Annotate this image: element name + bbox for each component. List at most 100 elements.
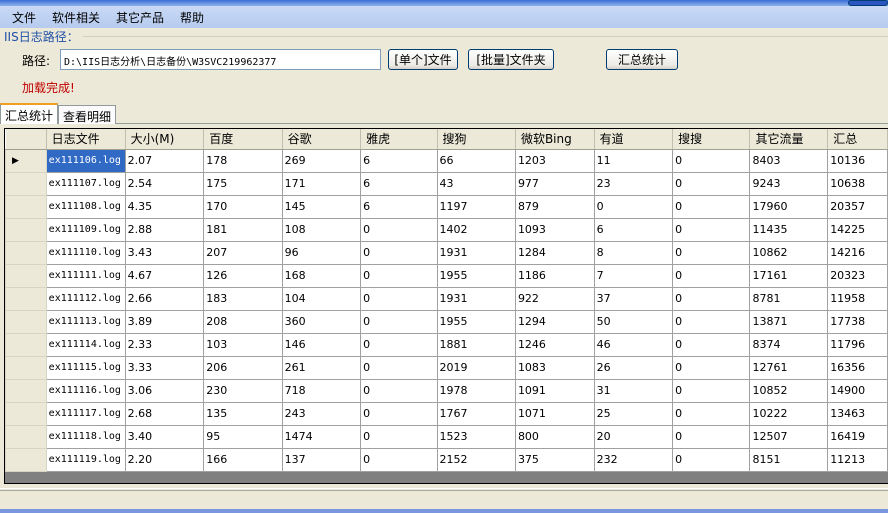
row-selector[interactable] xyxy=(5,378,47,403)
table-row[interactable]: ex111114.log 2.33 103 146 0 1881 1246 46 0 8374 11… xyxy=(5,332,888,357)
row-selector[interactable] xyxy=(5,194,47,219)
row-selector[interactable] xyxy=(5,286,47,311)
table-cell[interactable]: 178 xyxy=(203,148,283,173)
table-cell[interactable]: 6 xyxy=(593,217,674,242)
table-row[interactable]: ex111116.log 3.06 230 718 0 1978 1091 31 0 10852 1… xyxy=(5,378,888,403)
table-cell[interactable]: 0 xyxy=(360,217,438,242)
table-cell[interactable]: 26 xyxy=(593,355,674,380)
table-cell[interactable]: 20323 xyxy=(827,263,888,288)
table-cell[interactable]: 0 xyxy=(672,447,751,472)
table-row[interactable]: ex111111.log 4.67 126 168 0 1955 1186 7 0 17161 20… xyxy=(5,263,888,288)
log-file-cell[interactable]: ex111106.log xyxy=(45,148,126,173)
log-file-cell[interactable]: ex111113.log xyxy=(45,309,126,334)
log-file-cell[interactable]: ex111119.log xyxy=(45,447,126,472)
table-cell[interactable]: 46 xyxy=(593,332,674,357)
table-cell[interactable]: 922 xyxy=(514,286,595,311)
table-cell[interactable]: 17738 xyxy=(827,309,888,334)
column-header[interactable]: 雅虎 xyxy=(360,129,438,150)
row-selector[interactable] xyxy=(5,447,47,472)
table-cell[interactable]: 269 xyxy=(281,148,362,173)
table-cell[interactable]: 4.67 xyxy=(124,263,205,288)
table-cell[interactable]: 11 xyxy=(593,148,674,173)
column-header[interactable]: 搜狗 xyxy=(437,129,516,150)
table-cell[interactable]: 8374 xyxy=(749,332,829,357)
table-cell[interactable]: 11796 xyxy=(827,332,888,357)
table-cell[interactable]: 50 xyxy=(593,309,674,334)
table-cell[interactable]: 3.33 xyxy=(124,355,205,380)
log-file-cell[interactable]: ex111109.log xyxy=(45,217,126,242)
table-cell[interactable]: 0 xyxy=(672,240,751,265)
table-cell[interactable]: 23 xyxy=(593,171,674,196)
table-cell[interactable]: 261 xyxy=(281,355,362,380)
table-cell[interactable]: 1881 xyxy=(436,332,516,357)
table-cell[interactable]: 3.43 xyxy=(124,240,205,265)
table-cell[interactable]: 232 xyxy=(593,447,674,472)
table-cell[interactable]: 3.89 xyxy=(124,309,205,334)
table-cell[interactable]: 145 xyxy=(281,194,362,219)
table-cell[interactable]: 0 xyxy=(672,355,751,380)
row-selector[interactable] xyxy=(5,401,47,426)
table-cell[interactable]: 0 xyxy=(672,263,751,288)
table-cell[interactable]: 718 xyxy=(281,378,362,403)
table-cell[interactable]: 9243 xyxy=(749,171,829,196)
menu-file[interactable]: 文件 xyxy=(4,9,44,26)
table-cell[interactable]: 1955 xyxy=(436,263,516,288)
table-cell[interactable]: 8781 xyxy=(749,286,829,311)
log-file-cell[interactable]: ex111110.log xyxy=(45,240,126,265)
table-cell[interactable]: 375 xyxy=(514,447,595,472)
table-cell[interactable]: 879 xyxy=(514,194,595,219)
table-cell[interactable]: 0 xyxy=(360,447,438,472)
table-cell[interactable]: 181 xyxy=(203,217,283,242)
log-file-cell[interactable]: ex111117.log xyxy=(45,401,126,426)
data-grid[interactable]: 日志文件 大小(M) 百度 谷歌 雅虎 搜狗 微软Bing 有道 搜搜 其它流量 汇总 ▶ ex111… xyxy=(4,128,888,484)
table-cell[interactable]: 1093 xyxy=(514,217,595,242)
table-cell[interactable]: 1294 xyxy=(514,309,595,334)
row-selector[interactable] xyxy=(5,263,47,288)
table-cell[interactable]: 13463 xyxy=(827,401,888,426)
table-cell[interactable]: 0 xyxy=(360,424,438,449)
table-cell[interactable]: 1402 xyxy=(436,217,516,242)
table-cell[interactable]: 1203 xyxy=(514,148,595,173)
table-cell[interactable]: 11213 xyxy=(827,447,888,472)
table-cell[interactable]: 7 xyxy=(593,263,674,288)
column-header[interactable]: 其它流量 xyxy=(749,129,829,150)
row-selector[interactable] xyxy=(5,309,47,334)
log-file-cell[interactable]: ex111114.log xyxy=(45,332,126,357)
table-row[interactable]: ex111119.log 2.20 166 137 0 2152 375 232 0 8151 11… xyxy=(5,447,888,472)
table-cell[interactable]: 1474 xyxy=(281,424,362,449)
column-header[interactable]: 有道 xyxy=(594,129,674,150)
log-file-cell[interactable]: ex111108.log xyxy=(45,194,126,219)
table-row[interactable]: ex111108.log 4.35 170 145 6 1197 879 0 0 17960 203… xyxy=(5,194,888,219)
table-row[interactable]: ex111112.log 2.66 183 104 0 1931 922 37 0 8781 119… xyxy=(5,286,888,311)
table-cell[interactable]: 108 xyxy=(281,217,362,242)
table-cell[interactable]: 4.35 xyxy=(124,194,205,219)
column-header[interactable]: 汇总 xyxy=(827,129,888,150)
table-cell[interactable]: 1071 xyxy=(514,401,595,426)
table-cell[interactable]: 0 xyxy=(672,332,751,357)
menu-software[interactable]: 软件相关 xyxy=(44,9,108,26)
log-file-cell[interactable]: ex111107.log xyxy=(45,171,126,196)
table-cell[interactable]: 103 xyxy=(203,332,283,357)
table-cell[interactable]: 2.68 xyxy=(124,401,205,426)
tab-summary[interactable]: 汇总统计 xyxy=(0,103,59,124)
table-cell[interactable]: 171 xyxy=(281,171,362,196)
table-cell[interactable]: 135 xyxy=(203,401,283,426)
table-cell[interactable]: 20357 xyxy=(827,194,888,219)
table-cell[interactable]: 2.54 xyxy=(124,171,205,196)
table-cell[interactable]: 11435 xyxy=(749,217,829,242)
table-cell[interactable]: 1246 xyxy=(514,332,595,357)
table-cell[interactable]: 243 xyxy=(281,401,362,426)
table-row[interactable]: ex111109.log 2.88 181 108 0 1402 1093 6 0 11435 14… xyxy=(5,217,888,242)
table-row[interactable]: ex111117.log 2.68 135 243 0 1767 1071 25 0 10222 1… xyxy=(5,401,888,426)
column-header[interactable]: 微软Bing xyxy=(515,129,595,150)
table-cell[interactable]: 2.33 xyxy=(124,332,205,357)
table-cell[interactable]: 31 xyxy=(593,378,674,403)
table-cell[interactable]: 1083 xyxy=(514,355,595,380)
column-header[interactable]: 大小(M) xyxy=(125,129,205,150)
table-cell[interactable]: 0 xyxy=(360,355,438,380)
summary-stats-button[interactable]: 汇总统计 xyxy=(606,49,678,70)
table-cell[interactable]: 2.88 xyxy=(124,217,205,242)
table-cell[interactable]: 6 xyxy=(360,194,438,219)
table-cell[interactable]: 2.07 xyxy=(124,148,205,173)
log-file-cell[interactable]: ex111118.log xyxy=(45,424,126,449)
